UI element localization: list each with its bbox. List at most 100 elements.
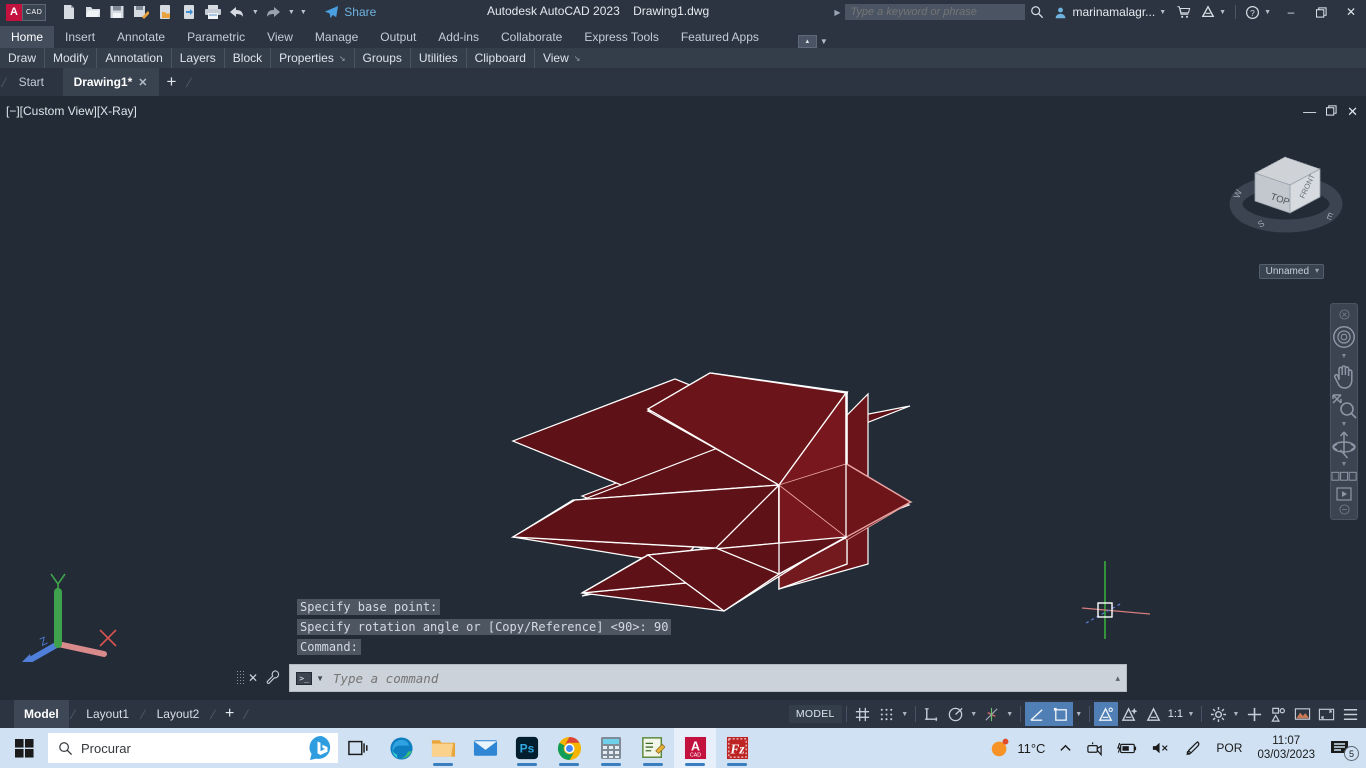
layout-tab-model[interactable]: Model	[14, 700, 69, 728]
autodesk-app-icon[interactable]: ▼	[1196, 0, 1231, 24]
account-button[interactable]: marinamalagr... ▼	[1049, 0, 1171, 24]
autocad-icon[interactable]: A CAD	[674, 728, 716, 768]
customization-button[interactable]	[1338, 702, 1362, 726]
clock-widget[interactable]: 11:07 03/03/2023	[1249, 728, 1323, 768]
ribbon-tab-manage[interactable]: Manage	[304, 26, 369, 48]
clean-screen-button[interactable]	[1314, 702, 1338, 726]
ribbon-tab-output[interactable]: Output	[369, 26, 427, 48]
undo-dropdown-caret[interactable]: ▼	[250, 1, 260, 23]
hardware-accel-button[interactable]	[1242, 702, 1266, 726]
open-from-web-icon[interactable]	[154, 1, 176, 23]
orbit-caret[interactable]: ▼	[1341, 461, 1348, 469]
ribbon-minimize-caret[interactable]: ▼	[820, 37, 828, 46]
object-snap-tracking-caret[interactable]: ▼	[1004, 702, 1016, 726]
calculator-icon[interactable]	[590, 728, 632, 768]
command-input[interactable]	[332, 670, 1116, 686]
ribbon-tab-view[interactable]: View	[256, 26, 304, 48]
polar-tracking-button[interactable]	[944, 702, 968, 726]
share-button[interactable]: Share	[318, 3, 382, 22]
command-expand-icon[interactable]: ▴	[1116, 673, 1121, 684]
panel-expand-arrow[interactable]: ↘	[574, 54, 581, 63]
command-history-caret[interactable]: ▼	[316, 674, 324, 683]
save-icon[interactable]	[106, 1, 128, 23]
steering-wheels-icon[interactable]	[1331, 321, 1357, 353]
undo-icon[interactable]	[226, 1, 248, 23]
command-input-container[interactable]: >_ ▼ ▴	[289, 664, 1128, 692]
ribbon-tab-parametric[interactable]: Parametric	[176, 26, 256, 48]
task-view-icon[interactable]	[338, 728, 380, 768]
pen-windows-ink-icon[interactable]	[1177, 728, 1209, 768]
graphics-performance-button[interactable]	[1290, 702, 1314, 726]
search-expand-arrow[interactable]: ▶	[829, 8, 845, 17]
ribbon-tab-express-tools[interactable]: Express Tools	[573, 26, 669, 48]
autoscale-button[interactable]	[1118, 702, 1142, 726]
annotation-visibility-button[interactable]	[1093, 702, 1118, 726]
qat-customize-caret[interactable]: ▼	[298, 1, 308, 23]
ribbon-panel-layers[interactable]: Layers	[172, 48, 225, 68]
redo-dropdown-caret[interactable]: ▼	[286, 1, 296, 23]
notepad-editor-icon[interactable]	[632, 728, 674, 768]
view-name-dropdown[interactable]: Unnamed	[1258, 264, 1324, 279]
isolate-objects-button[interactable]	[1266, 702, 1290, 726]
notifications-button[interactable]: 5	[1323, 728, 1362, 768]
google-chrome-icon[interactable]	[548, 728, 590, 768]
layout-tab-layout1[interactable]: Layout1	[76, 700, 139, 728]
windows-start-button[interactable]	[0, 738, 48, 758]
workspace-switch-button[interactable]	[1206, 702, 1230, 726]
photoshop-icon[interactable]: Ps	[506, 728, 548, 768]
ribbon-panel-view[interactable]: View ↘	[535, 48, 589, 68]
grid-display-button[interactable]	[851, 702, 875, 726]
camera-privacy-icon[interactable]	[1079, 728, 1110, 768]
annotation-monitor-button[interactable]	[1142, 702, 1166, 726]
search-icon[interactable]	[1025, 0, 1049, 24]
close-icon[interactable]: ✕	[138, 76, 147, 89]
orbit-icon[interactable]	[1331, 429, 1357, 461]
redo-icon[interactable]	[262, 1, 284, 23]
file-tab-drawing1[interactable]: Drawing1* ✕	[62, 68, 159, 96]
filezilla-icon[interactable]: Fz	[716, 728, 758, 768]
command-bar-grip[interactable]	[236, 670, 244, 686]
plot-icon[interactable]	[202, 1, 224, 23]
show-motion-icon[interactable]	[1331, 484, 1357, 503]
save-to-web-icon[interactable]	[178, 1, 200, 23]
ribbon-panel-draw[interactable]: Draw	[0, 48, 46, 68]
ribbon-tab-insert[interactable]: Insert	[54, 26, 106, 48]
pan-hand-icon[interactable]	[1331, 361, 1357, 391]
open-drawing-icon[interactable]	[82, 1, 104, 23]
bing-chat-icon[interactable]	[308, 735, 334, 761]
ribbon-minimize-control[interactable]: ▲ ▼	[797, 35, 828, 48]
ribbon-tab-home[interactable]: Home	[0, 26, 55, 48]
model-space-button[interactable]: MODEL	[788, 705, 842, 723]
ribbon-tab-add-ins[interactable]: Add-ins	[427, 26, 490, 48]
navbar-close-icon[interactable]	[1331, 308, 1357, 321]
window-close-button[interactable]: ✕	[1336, 0, 1366, 24]
new-drawing-icon[interactable]	[58, 1, 80, 23]
file-tab-start[interactable]: Start	[8, 68, 55, 96]
lineweight-button[interactable]	[1048, 702, 1073, 726]
zoom-caret[interactable]: ▼	[1341, 421, 1348, 429]
view-cube[interactable]: W S E TOP FRONT	[1228, 141, 1344, 251]
show-hidden-icons-button[interactable]	[1052, 728, 1079, 768]
annotation-scale-caret[interactable]: ▼	[1185, 702, 1197, 726]
add-layout-button[interactable]: +	[217, 705, 242, 723]
ribbon-tab-featured-apps[interactable]: Featured Apps	[670, 26, 770, 48]
command-bar-settings-icon[interactable]	[266, 669, 280, 687]
show-motion-thumbnails-icon[interactable]	[1331, 469, 1357, 484]
drawing-canvas[interactable]: [−][Custom View][X-Ray] — ✕ W S E TOP FR…	[0, 96, 1366, 700]
taskbar-search-box[interactable]: Procurar	[48, 733, 338, 763]
battery-charging-icon[interactable]	[1110, 728, 1144, 768]
ribbon-panel-clipboard[interactable]: Clipboard	[467, 48, 535, 68]
mail-icon[interactable]	[464, 728, 506, 768]
ribbon-panel-block[interactable]: Block	[225, 48, 272, 68]
lineweight-caret[interactable]: ▼	[1073, 702, 1085, 726]
file-explorer-icon[interactable]	[422, 728, 464, 768]
annotation-scale-button[interactable]: 1:1	[1166, 708, 1185, 720]
snap-mode-button[interactable]	[875, 702, 899, 726]
workspace-switch-caret[interactable]: ▼	[1230, 702, 1242, 726]
navbar-collapse-icon[interactable]	[1331, 503, 1357, 516]
microsoft-edge-icon[interactable]	[380, 728, 422, 768]
autocad-logo[interactable]: A CAD	[6, 3, 47, 21]
panel-expand-arrow[interactable]: ↘	[339, 54, 346, 63]
save-as-icon[interactable]	[130, 1, 152, 23]
object-snap-button[interactable]	[1024, 702, 1049, 726]
